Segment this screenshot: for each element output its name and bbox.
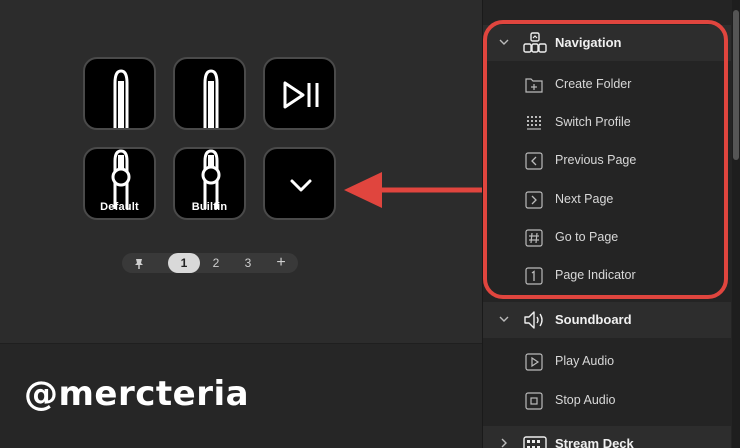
- action-label: Stop Audio: [555, 393, 616, 407]
- deck-canvas: Default Builtin 1 2 3 +: [0, 0, 482, 343]
- category-label: Soundboard: [555, 312, 632, 327]
- page-selector: 1 2 3 +: [122, 253, 298, 273]
- play-pause-key[interactable]: [263, 57, 336, 130]
- category-soundboard[interactable]: Soundboard: [483, 302, 731, 338]
- slider-full-icon: [203, 69, 219, 128]
- pin-button[interactable]: [128, 253, 150, 273]
- chevron-right-icon: [501, 438, 507, 448]
- navigation-highlight-box: [483, 20, 728, 299]
- slider-key-2[interactable]: [173, 57, 246, 130]
- scrollbar[interactable]: [732, 0, 740, 448]
- page-button-1[interactable]: 1: [168, 253, 200, 273]
- action-play-audio[interactable]: Play Audio: [483, 343, 731, 381]
- key-label: Builtin: [191, 201, 228, 213]
- category-label: Stream Deck: [555, 436, 634, 448]
- chevron-down-icon: [290, 179, 312, 192]
- pointer-arrow: [344, 172, 482, 208]
- chevron-down-key[interactable]: [263, 147, 336, 220]
- footer-area: @mercteria: [0, 343, 482, 448]
- watermark: @mercteria: [24, 374, 250, 414]
- builtin-slider-key[interactable]: Builtin: [173, 147, 246, 220]
- stream-deck-icon: [523, 436, 547, 448]
- key-label: Default: [100, 201, 139, 213]
- slider-full-icon: [113, 69, 129, 128]
- speaker-icon: [524, 311, 543, 329]
- play-pause-icon: [283, 81, 319, 109]
- slider-key-1[interactable]: [83, 57, 156, 130]
- action-stop-audio[interactable]: Stop Audio: [483, 382, 731, 420]
- pin-icon: [135, 259, 143, 269]
- action-label: Play Audio: [555, 354, 615, 368]
- chevron-down-icon: [499, 316, 509, 322]
- page-button-3[interactable]: 3: [238, 253, 258, 273]
- stop-audio-icon: [525, 392, 543, 410]
- page-button-2[interactable]: 2: [206, 253, 226, 273]
- default-slider-key[interactable]: Default: [83, 147, 156, 220]
- scroll-thumb[interactable]: [733, 10, 739, 160]
- category-stream-deck[interactable]: Stream Deck: [483, 426, 731, 448]
- add-page-button[interactable]: +: [270, 253, 292, 273]
- play-audio-icon: [525, 353, 543, 371]
